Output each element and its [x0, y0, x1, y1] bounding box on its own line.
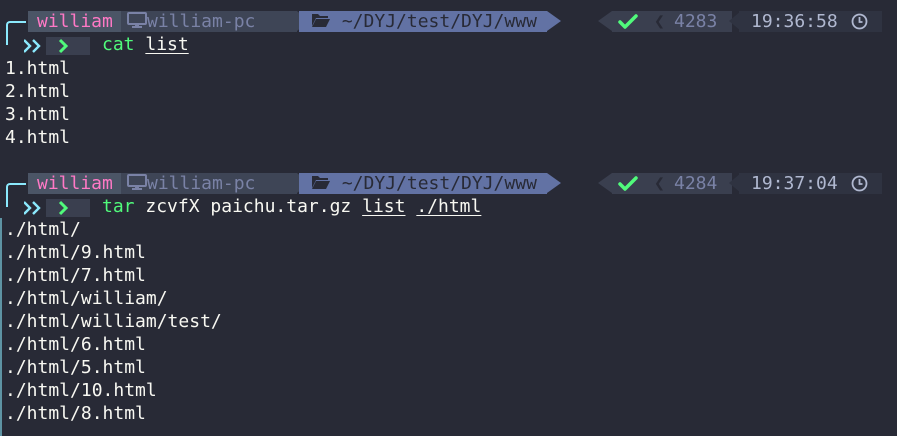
output-line: 3.html: [5, 104, 71, 125]
monitor-icon: [127, 173, 147, 195]
dir-segment-arrow: [547, 173, 561, 193]
clock-icon: [851, 13, 868, 35]
status-segment-arrow: [598, 11, 612, 31]
output-line: ./html/william/test/: [5, 311, 222, 332]
command-name: tar: [102, 196, 135, 217]
output-line: ./html/10.html: [5, 380, 157, 401]
output-line: ./html/7.html: [5, 265, 146, 286]
output-line: ./html/9.html: [5, 242, 146, 263]
output-line: ./html/: [5, 219, 81, 240]
status-segment: ❮ 4284: [612, 173, 732, 194]
command-name: cat: [102, 34, 135, 55]
host-name: william-pc: [147, 11, 256, 32]
command-arg: ./html: [416, 196, 482, 217]
command-arg: zcvfX: [145, 196, 200, 217]
time-segment: 19:36:58: [739, 11, 882, 32]
current-directory: ~/DYJ/test/DYJ/www: [341, 173, 537, 194]
command-arg: paichu.tar.gz: [210, 196, 352, 217]
host-segment: william-pc: [121, 11, 297, 32]
status-separator: ❮: [654, 173, 665, 194]
status-segment: ❮ 4283: [612, 11, 732, 32]
user-segment: william: [28, 173, 122, 194]
user-name: william: [37, 11, 113, 32]
host-name: william-pc: [147, 173, 256, 194]
output-line: 2.html: [5, 81, 71, 102]
prompt-line-1: william william-pc ~/DYJ/test/DYJ/www ❮ …: [0, 10, 897, 45]
command-arg: list: [145, 34, 189, 55]
host-segment: william-pc: [121, 173, 297, 194]
output-line: ./html/8.html: [5, 403, 146, 424]
output-line: ./html/6.html: [5, 334, 146, 355]
command-arg: list: [362, 196, 406, 217]
history-count: 4284: [674, 173, 718, 194]
user-name: william: [37, 173, 113, 194]
check-icon: [618, 175, 638, 197]
status-separator: ❮: [654, 11, 665, 32]
user-segment: william: [28, 11, 122, 32]
command-text[interactable]: tar zcvfX paichu.tar.gz list ./html: [102, 196, 481, 218]
history-count: 4283: [674, 11, 718, 32]
check-icon: [618, 13, 638, 35]
monitor-icon: [127, 11, 147, 33]
prompt-line-2: william william-pc ~/DYJ/test/DYJ/www ❮ …: [0, 172, 897, 207]
current-directory: ~/DYJ/test/DYJ/www: [341, 11, 537, 32]
time-value: 19:36:58: [751, 11, 838, 32]
status-segment-arrow: [598, 173, 612, 193]
output-left-bar: [0, 218, 2, 436]
command-text[interactable]: cat list: [102, 34, 189, 56]
output-line: ./html/5.html: [5, 357, 146, 378]
folder-open-icon: [311, 12, 331, 33]
command-line-1: cat list: [0, 34, 897, 56]
dir-segment-arrow: [547, 11, 561, 31]
output-line: 4.html: [5, 127, 71, 148]
output-line: ./html/william/: [5, 288, 168, 309]
output-line: 1.html: [5, 58, 71, 79]
time-segment: 19:37:04: [739, 173, 882, 194]
time-value: 19:37:04: [751, 173, 838, 194]
clock-icon: [851, 175, 868, 197]
dir-segment: ~/DYJ/test/DYJ/www: [299, 11, 547, 32]
folder-open-icon: [311, 174, 331, 195]
command-line-2: tar zcvfX paichu.tar.gz list ./html: [0, 196, 897, 218]
dir-segment: ~/DYJ/test/DYJ/www: [299, 173, 547, 194]
